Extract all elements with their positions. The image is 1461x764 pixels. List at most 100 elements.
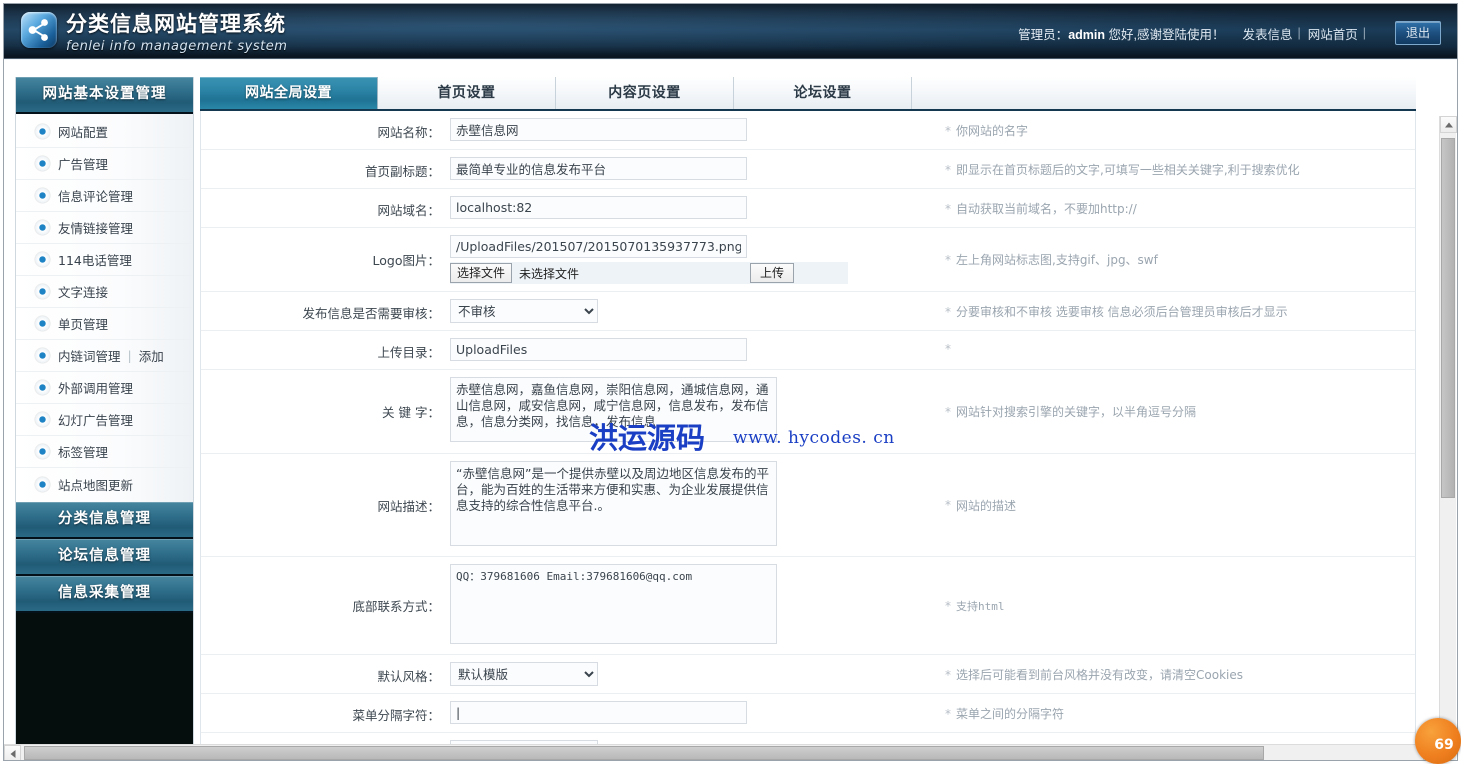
notification-count: 69 <box>1434 737 1453 753</box>
field-control: 不审核 <box>450 292 931 330</box>
header-link-sep-2: | <box>1363 26 1366 40</box>
field-label: 默认风格： <box>201 655 450 693</box>
sidebar-item-slideshow-ad-manage[interactable]: 幻灯广告管理 <box>16 404 193 436</box>
logout-button[interactable]: 退出 <box>1395 21 1441 45</box>
sidebar-item-label: 114电话管理 <box>58 250 132 269</box>
required-star: * <box>945 342 951 356</box>
admin-name: admin <box>1068 28 1105 42</box>
field-hint: *自动获取当前域名，不要加http:// <box>931 189 1415 227</box>
bullet-icon <box>35 284 50 299</box>
hint-text: 左上角网站标志图,支持gif、jpg、swf <box>956 251 1158 268</box>
bullet-icon <box>35 412 50 427</box>
tab-content-page-settings[interactable]: 内容页设置 <box>556 77 734 109</box>
field-hint: *网站针对搜索引擎的关键字，以半角逗号分隔 <box>931 370 1415 453</box>
field-hint: *选择后可能看到前台风格并没有改变，请清空Cookies <box>931 655 1415 693</box>
vertical-scroll-thumb[interactable] <box>1441 138 1455 498</box>
header-link-home[interactable]: 网站首页 <box>1308 24 1358 43</box>
description-textarea[interactable]: “赤壁信息网”是一个提供赤壁以及周边地区信息发布的平台，能为百姓的生活带来方便和… <box>450 461 777 546</box>
keywords-textarea[interactable]: 赤壁信息网，嘉鱼信息网，崇阳信息网，通城信息网，通山信息网，咸安信息网，咸宁信息… <box>450 377 777 442</box>
required-star: * <box>945 253 951 267</box>
tab-forum-settings[interactable]: 论坛设置 <box>734 77 912 109</box>
sidebar-item-external-call-manage[interactable]: 外部调用管理 <box>16 372 193 404</box>
admin-greeting: 管理员：admin 您好,感谢登陆使用！ <box>1018 24 1224 43</box>
sidebar-item-inner-keyword-manage[interactable]: 内链词管理 | 添加 <box>16 340 193 372</box>
hint-text: 支持html <box>956 598 1005 614</box>
footer-contact-textarea[interactable]: QQ：379681606 Email:379681606@qq.com <box>450 564 777 644</box>
sidebar-item-sitemap-update[interactable]: 站点地图更新 <box>16 468 193 500</box>
field-control <box>450 694 931 732</box>
header-link-publish[interactable]: 发表信息 <box>1242 24 1292 43</box>
horizontal-scroll-thumb[interactable] <box>24 746 1264 760</box>
sidebar-item-label: 外部调用管理 <box>58 378 133 397</box>
field-hint: *网站的描述 <box>931 454 1415 556</box>
sidebar-group-classified-info[interactable]: 分类信息管理 <box>16 502 193 539</box>
sidebar-item-label: 广告管理 <box>58 154 108 173</box>
bullet-icon <box>35 124 50 139</box>
sidebar-item-single-page-manage[interactable]: 单页管理 <box>16 308 193 340</box>
app-subtitle: fenlei info management system <box>66 39 287 54</box>
sidebar-item-114-phone-manage[interactable]: 114电话管理 <box>16 244 193 276</box>
bullet-icon <box>35 444 50 459</box>
field-control <box>450 331 931 369</box>
domain-input[interactable] <box>450 196 747 219</box>
sidebar-item-friendlink-manage[interactable]: 友情链接管理 <box>16 212 193 244</box>
audit-select[interactable]: 不审核 <box>450 299 598 323</box>
sidebar-group-info-collection[interactable]: 信息采集管理 <box>16 576 193 613</box>
upload-button[interactable]: 上传 <box>750 263 794 283</box>
required-star: * <box>945 124 951 138</box>
field-hint: *菜单之间的分隔字符 <box>931 694 1415 732</box>
upload-dir-input[interactable] <box>450 338 747 361</box>
sidebar-filler <box>16 613 193 733</box>
sidebar-item-site-config[interactable]: 网站配置 <box>16 116 193 148</box>
field-hint: * 左上角网站标志图,支持gif、jpg、swf <box>931 228 1415 291</box>
logo-path-input[interactable] <box>450 235 747 258</box>
notification-badge[interactable]: 69 <box>1415 718 1461 764</box>
field-label: Logo图片： <box>201 228 450 291</box>
sidebar-item-label: 站点地图更新 <box>58 475 133 494</box>
field-control: QQ：379681606 Email:379681606@qq.com <box>450 557 931 654</box>
field-control <box>450 111 931 149</box>
form-row-default-style: 默认风格： 默认模版 *选择后可能看到前台风格并没有改变，请清空Cookies <box>201 655 1415 694</box>
required-star: * <box>945 405 951 419</box>
sidebar-group-forum-info[interactable]: 论坛信息管理 <box>16 539 193 576</box>
sidebar-item-label: 幻灯广告管理 <box>58 410 133 429</box>
sidebar-item-tag-manage[interactable]: 标签管理 <box>16 436 193 468</box>
bullet-icon <box>35 156 50 171</box>
required-star: * <box>945 599 951 613</box>
field-hint: *即显示在首页标题后的文字,可填写一些相关关键字,利于搜索优化 <box>931 150 1415 188</box>
field-label: 上传目录： <box>201 331 450 369</box>
default-style-select[interactable]: 默认模版 <box>450 662 598 686</box>
vertical-scrollbar[interactable] <box>1439 116 1456 761</box>
form-row-home-subtitle: 首页副标题： *即显示在首页标题后的文字,可填写一些相关关键字,利于搜索优化 <box>201 150 1415 189</box>
sidebar-item-label: 信息评论管理 <box>58 186 133 205</box>
tab-home-settings[interactable]: 首页设置 <box>378 77 556 109</box>
tab-global-settings[interactable]: 网站全局设置 <box>200 77 378 109</box>
sidebar-item-text-link[interactable]: 文字连接 <box>16 276 193 308</box>
sidebar-item-comment-manage[interactable]: 信息评论管理 <box>16 180 193 212</box>
field-control <box>450 150 931 188</box>
field-label: 菜单分隔字符： <box>201 694 450 732</box>
sidebar-item-add-link[interactable]: 添加 <box>139 346 164 365</box>
choose-file-button[interactable]: 选择文件 <box>450 263 512 283</box>
hint-text: 分要审核和不审核 选要审核 信息必须后台管理员审核后才显示 <box>956 305 1288 319</box>
scroll-left-arrow-icon[interactable] <box>4 745 21 761</box>
required-star: * <box>945 707 951 721</box>
header-nav: 管理员：admin 您好,感谢登陆使用！ 发表信息 | 网站首页 | 退出 <box>1018 21 1443 45</box>
bullet-icon <box>35 252 50 267</box>
site-name-input[interactable] <box>450 118 747 141</box>
selected-file-label: 未选择文件 <box>519 265 579 282</box>
logo-file-picker: 选择文件 未选择文件 上传 <box>450 262 848 284</box>
hint-text: 即显示在首页标题后的文字,可填写一些相关关键字,利于搜索优化 <box>956 163 1300 177</box>
field-label: 底部联系方式： <box>201 557 450 654</box>
sidebar-item-ad-manage[interactable]: 广告管理 <box>16 148 193 180</box>
scroll-up-arrow-icon[interactable] <box>1440 116 1457 133</box>
horizontal-scrollbar[interactable] <box>4 744 1440 761</box>
field-label: 网站域名： <box>201 189 450 227</box>
sidebar-item-label: 单页管理 <box>58 314 108 333</box>
menu-separator-input[interactable] <box>450 701 747 724</box>
sidebar-group-basic-settings[interactable]: 网站基本设置管理 <box>16 77 193 114</box>
field-hint: *分要审核和不审核 选要审核 信息必须后台管理员审核后才显示 <box>931 292 1415 330</box>
bullet-icon <box>35 380 50 395</box>
home-subtitle-input[interactable] <box>450 157 747 180</box>
greeting-suffix: 您好,感谢登陆使用！ <box>1105 28 1224 42</box>
